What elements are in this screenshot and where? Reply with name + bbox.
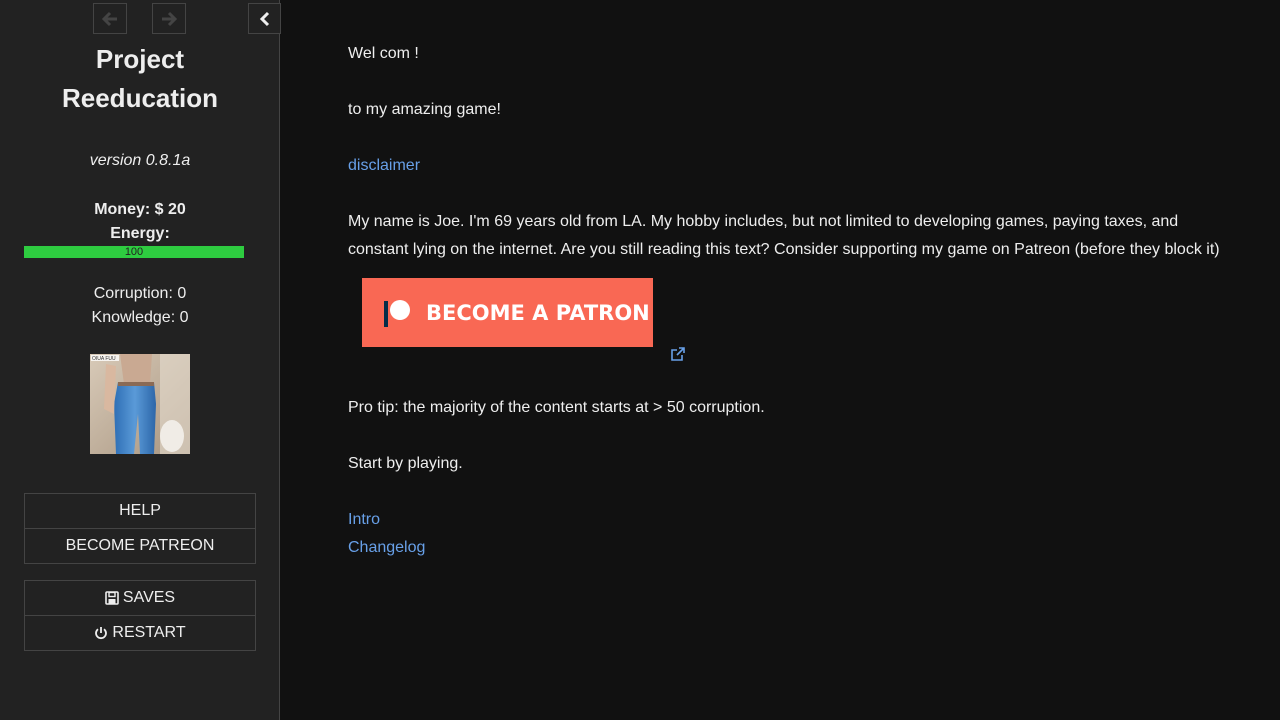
sidebar: Project Reeducation version 0.8.1a Money…: [0, 0, 281, 720]
patreon-logo-icon: [384, 299, 410, 327]
saves-button[interactable]: SAVES: [25, 581, 255, 615]
pro-tip-text: Pro tip: the majority of the content sta…: [348, 399, 765, 416]
corruption-stat: Corruption: 0: [93, 285, 187, 302]
disclaimer-link[interactable]: disclaimer: [348, 157, 420, 174]
arrow-left-icon: [102, 11, 117, 26]
become-patreon-button[interactable]: BECOME PATREON: [25, 528, 255, 563]
menu-core: SAVES RESTART: [24, 580, 256, 651]
become-patreon-label: BECOME PATREON: [65, 537, 215, 554]
patron-section: BECOME A PATRON: [348, 264, 1228, 394]
version-label: version 0.8.1a: [89, 152, 191, 169]
menu-main: HELP BECOME PATREON: [24, 493, 256, 564]
start-text: Start by playing.: [348, 455, 463, 472]
become-a-patron-label: BECOME A PATRON: [426, 300, 650, 325]
history-back-button[interactable]: [93, 3, 127, 34]
portrait-image: OIUA FUU: [90, 354, 190, 454]
become-a-patron-banner[interactable]: BECOME A PATRON: [362, 278, 653, 347]
arrow-right-icon: [162, 11, 177, 26]
external-link-icon[interactable]: [670, 346, 686, 362]
story-title-line2: Reeducation: [61, 83, 219, 113]
character-portrait: OIUA FUU: [90, 354, 190, 454]
subtitle-text: to my amazing game!: [348, 101, 501, 118]
save-icon: [105, 591, 119, 605]
welcome-text: Wel com !: [348, 45, 419, 62]
restart-label: RESTART: [112, 624, 186, 641]
passage: Wel com ! to my amazing game! disclaimer…: [348, 40, 1228, 562]
energy-label: Energy:: [110, 225, 170, 242]
saves-label: SAVES: [122, 589, 176, 606]
help-label: HELP: [119, 502, 161, 519]
energy-value: 100: [124, 246, 144, 258]
intro-paragraph: My name is Joe. I'm 69 years old from LA…: [348, 213, 1220, 258]
money-stat: Money: $ 20: [94, 201, 186, 218]
sidebar-toggle-button[interactable]: [248, 3, 281, 34]
energy-bar: 100: [24, 246, 244, 258]
power-icon: [95, 627, 108, 640]
history-forward-button[interactable]: [152, 3, 186, 34]
intro-link[interactable]: Intro: [348, 511, 380, 528]
help-button[interactable]: HELP: [25, 494, 255, 528]
story-title: Project Reeducation: [0, 40, 280, 118]
portrait-caption: OIUA FUU: [92, 356, 116, 362]
changelog-link[interactable]: Changelog: [348, 539, 425, 556]
restart-button[interactable]: RESTART: [25, 615, 255, 650]
chevron-left-icon: [259, 11, 269, 26]
story-title-line1: Project: [95, 44, 185, 74]
knowledge-stat: Knowledge: 0: [91, 309, 189, 326]
